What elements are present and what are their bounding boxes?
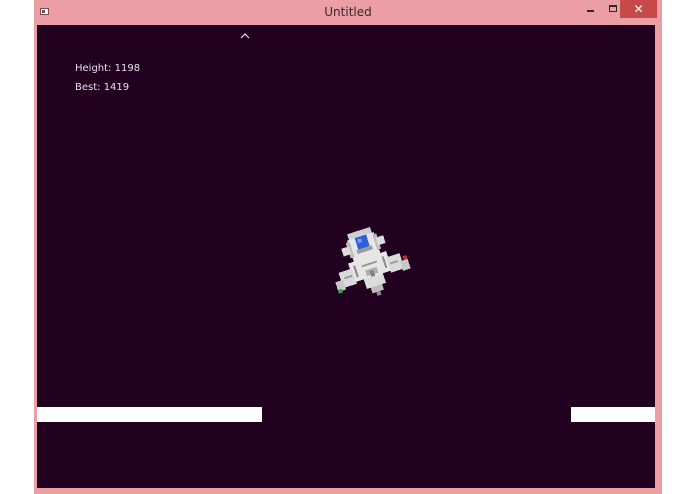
title-bar[interactable]: Untitled ✕ <box>34 0 662 24</box>
minimize-button[interactable] <box>580 0 600 18</box>
platform-right <box>571 407 655 422</box>
close-button[interactable]: ✕ <box>620 0 657 18</box>
app-window: Untitled ✕ Height: 1198 Best: 1419 <box>34 0 662 494</box>
height-readout: Height: 1198 <box>75 63 141 74</box>
best-score-readout: Best: 1419 <box>75 82 130 93</box>
maximize-icon <box>609 5 617 12</box>
spaceship-sprite <box>335 226 411 296</box>
platform-left <box>37 407 262 422</box>
window-title: Untitled <box>324 5 372 19</box>
close-icon: ✕ <box>633 2 644 16</box>
caret-up-icon <box>240 33 250 39</box>
game-canvas[interactable]: Height: 1198 Best: 1419 <box>37 25 655 488</box>
minimize-icon <box>587 10 594 12</box>
